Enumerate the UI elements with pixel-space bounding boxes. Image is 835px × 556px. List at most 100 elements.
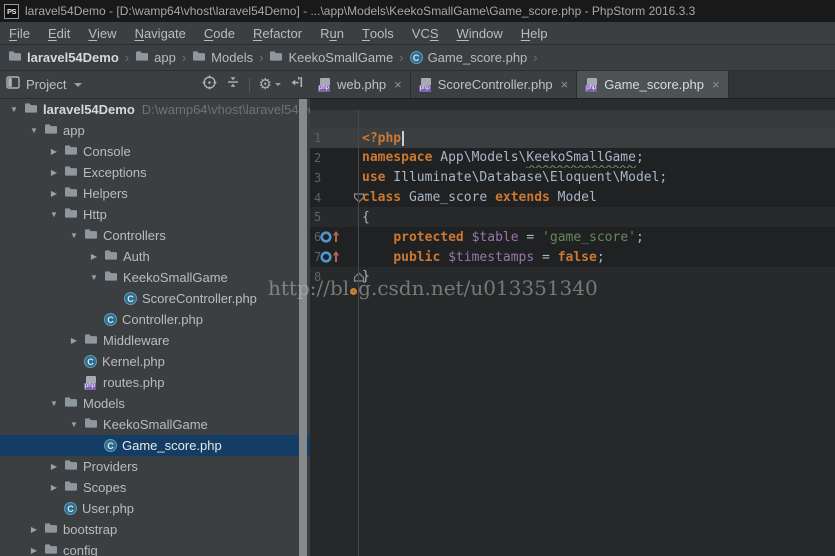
chevron-collapsed-icon[interactable]: ▶ xyxy=(44,483,64,492)
tree-item-user-php[interactable]: CUser.php xyxy=(0,498,310,519)
collapse-all-icon[interactable] xyxy=(226,75,240,94)
code-line-1[interactable]: 1<?php xyxy=(310,128,835,148)
menu-navigate[interactable]: Navigate xyxy=(126,22,195,45)
chevron-expanded-icon[interactable]: ▼ xyxy=(4,105,24,114)
tree-item-http[interactable]: ▼Http xyxy=(0,204,310,225)
line-number[interactable]: 3 xyxy=(314,171,328,185)
chevron-expanded-icon[interactable]: ▼ xyxy=(84,273,104,282)
watermark-text: http://bl xyxy=(268,276,349,300)
tree-item-auth[interactable]: ▶ Auth xyxy=(0,246,310,267)
tree-item-controller-php[interactable]: CController.php xyxy=(0,309,310,330)
code-line-6[interactable]: 6 protected $table = 'game_score'; xyxy=(310,227,835,247)
tree-item-controllers[interactable]: ▼Controllers xyxy=(0,225,310,246)
tree-item-scopes[interactable]: ▶Scopes xyxy=(0,477,310,498)
chevron-collapsed-icon[interactable]: ▶ xyxy=(44,147,64,156)
folder-icon xyxy=(64,165,78,180)
tree-item-config[interactable]: ▶config xyxy=(0,540,310,556)
menu-vcs[interactable]: VCS xyxy=(403,22,448,45)
chevron-expanded-icon[interactable]: ▼ xyxy=(24,126,44,135)
line-number[interactable]: 2 xyxy=(314,151,328,165)
breadcrumb-item-laravel54demo[interactable]: laravel54Demo xyxy=(8,50,119,65)
chevron-collapsed-icon[interactable]: ▶ xyxy=(84,252,104,261)
tree-item-models[interactable]: ▼ Models xyxy=(0,393,310,414)
tree-item-providers[interactable]: ▶Providers xyxy=(0,456,310,477)
menu-file[interactable]: File xyxy=(0,22,39,45)
tree-item-console[interactable]: ▶Console xyxy=(0,141,310,162)
override-gutter-icon[interactable] xyxy=(319,250,343,268)
project-panel-actions: ⚙ xyxy=(202,75,304,95)
close-icon[interactable]: × xyxy=(712,77,720,92)
line-number[interactable]: 1 xyxy=(314,131,328,145)
tree-item-kernel-php[interactable]: CKernel.php xyxy=(0,351,310,372)
override-gutter-icon[interactable] xyxy=(319,230,343,248)
chevron-collapsed-icon[interactable]: ▶ xyxy=(44,462,64,471)
tree-item-bootstrap[interactable]: ▶bootstrap xyxy=(0,519,310,540)
tree-item-label: Auth xyxy=(123,249,150,264)
chevron-collapsed-icon[interactable]: ▶ xyxy=(44,168,64,177)
tree-item-laravel54demo[interactable]: ▼laravel54DemoD:\wamp64\vhost\laravel54D… xyxy=(0,99,310,120)
tree-item-label: KeekoSmallGame xyxy=(103,417,208,432)
close-icon[interactable]: × xyxy=(561,77,569,92)
code-text: { xyxy=(362,210,370,225)
menu-run[interactable]: Run xyxy=(311,22,353,45)
folder-icon xyxy=(64,396,78,411)
line-number[interactable]: 4 xyxy=(314,191,328,205)
line-number[interactable]: 5 xyxy=(314,210,328,224)
menu-edit[interactable]: Edit xyxy=(39,22,79,45)
project-panel-title[interactable]: Project xyxy=(26,77,66,92)
code-line-2[interactable]: 2namespace App\Models\KeekoSmallGame; xyxy=(310,148,835,168)
phpstorm-logo-icon: PS xyxy=(4,4,19,19)
tree-item-routes-php[interactable]: phproutes.php xyxy=(0,372,310,393)
breadcrumb-label: laravel54Demo xyxy=(27,50,119,65)
folder-icon xyxy=(64,480,78,495)
code-editor[interactable]: 1<?php2namespace App\Models\KeekoSmallGa… xyxy=(310,99,835,556)
breadcrumb-item-keekosmallgame[interactable]: KeekoSmallGame xyxy=(269,50,393,65)
code-line-3[interactable]: 3use Illuminate\Database\Eloquent\Model; xyxy=(310,168,835,188)
tree-item-keekosmallgame[interactable]: ▼KeekoSmallGame xyxy=(0,267,310,288)
php-class-icon: C xyxy=(64,502,77,515)
chevron-expanded-icon[interactable]: ▼ xyxy=(64,231,84,240)
close-icon[interactable]: × xyxy=(394,77,402,92)
hide-panel-icon[interactable] xyxy=(290,75,304,94)
breadcrumb-item-game_score.php[interactable]: CGame_score.php xyxy=(410,50,528,65)
tab-web-php[interactable]: phpweb.php× xyxy=(310,71,411,98)
menu-help[interactable]: Help xyxy=(512,22,557,45)
menu-window[interactable]: Window xyxy=(448,22,512,45)
php-class-icon: C xyxy=(124,292,137,305)
project-tree-scrollbar[interactable] xyxy=(299,99,307,556)
breadcrumb-item-models[interactable]: Models xyxy=(192,50,253,65)
code-line-5[interactable]: 5{ xyxy=(310,207,835,227)
menu-tools[interactable]: Tools xyxy=(353,22,403,45)
tab-scorecontroller-php[interactable]: phpScoreController.php× xyxy=(411,71,578,98)
menu-view[interactable]: View xyxy=(79,22,125,45)
code-line-4[interactable]: 4 class Game_score extends Model xyxy=(310,188,835,208)
scrollbar-thumb[interactable] xyxy=(299,99,307,556)
settings-gear-icon[interactable]: ⚙ xyxy=(259,78,281,92)
breadcrumb-item-app[interactable]: app xyxy=(135,50,176,65)
menu-refactor[interactable]: Refactor xyxy=(244,22,311,45)
chevron-expanded-icon[interactable]: ▼ xyxy=(44,210,64,219)
code-text: class Game_score extends Model xyxy=(362,190,597,205)
tree-item-exceptions[interactable]: ▶Exceptions xyxy=(0,162,310,183)
chevron-collapsed-icon[interactable]: ▶ xyxy=(64,336,84,345)
php-file-icon: php xyxy=(318,78,332,92)
chevron-collapsed-icon[interactable]: ▶ xyxy=(44,189,64,198)
chevron-collapsed-icon[interactable]: ▶ xyxy=(24,546,44,555)
tree-item-game_score-php[interactable]: CGame_score.php xyxy=(0,435,310,456)
chevron-expanded-icon[interactable]: ▼ xyxy=(64,420,84,429)
chevron-down-icon[interactable] xyxy=(74,83,82,87)
tree-item-keekosmallgame[interactable]: ▼ KeekoSmallGame xyxy=(0,414,310,435)
tree-item-middleware[interactable]: ▶Middleware xyxy=(0,330,310,351)
tab-game_score-php[interactable]: phpGame_score.php× xyxy=(577,71,728,98)
php-file-icon: php xyxy=(419,78,433,92)
tree-item-app[interactable]: ▼app xyxy=(0,120,310,141)
chevron-collapsed-icon[interactable]: ▶ xyxy=(24,525,44,534)
tree-item-scorecontroller-php[interactable]: CScoreController.php xyxy=(0,288,310,309)
orange-ring-icon xyxy=(350,288,357,295)
chevron-expanded-icon[interactable]: ▼ xyxy=(44,399,64,408)
tree-item-helpers[interactable]: ▶Helpers xyxy=(0,183,310,204)
tree-item-label: Models xyxy=(83,396,125,411)
locate-icon[interactable] xyxy=(202,75,217,95)
code-line-7[interactable]: 7 public $timestamps = false; xyxy=(310,247,835,267)
menu-code[interactable]: Code xyxy=(195,22,244,45)
